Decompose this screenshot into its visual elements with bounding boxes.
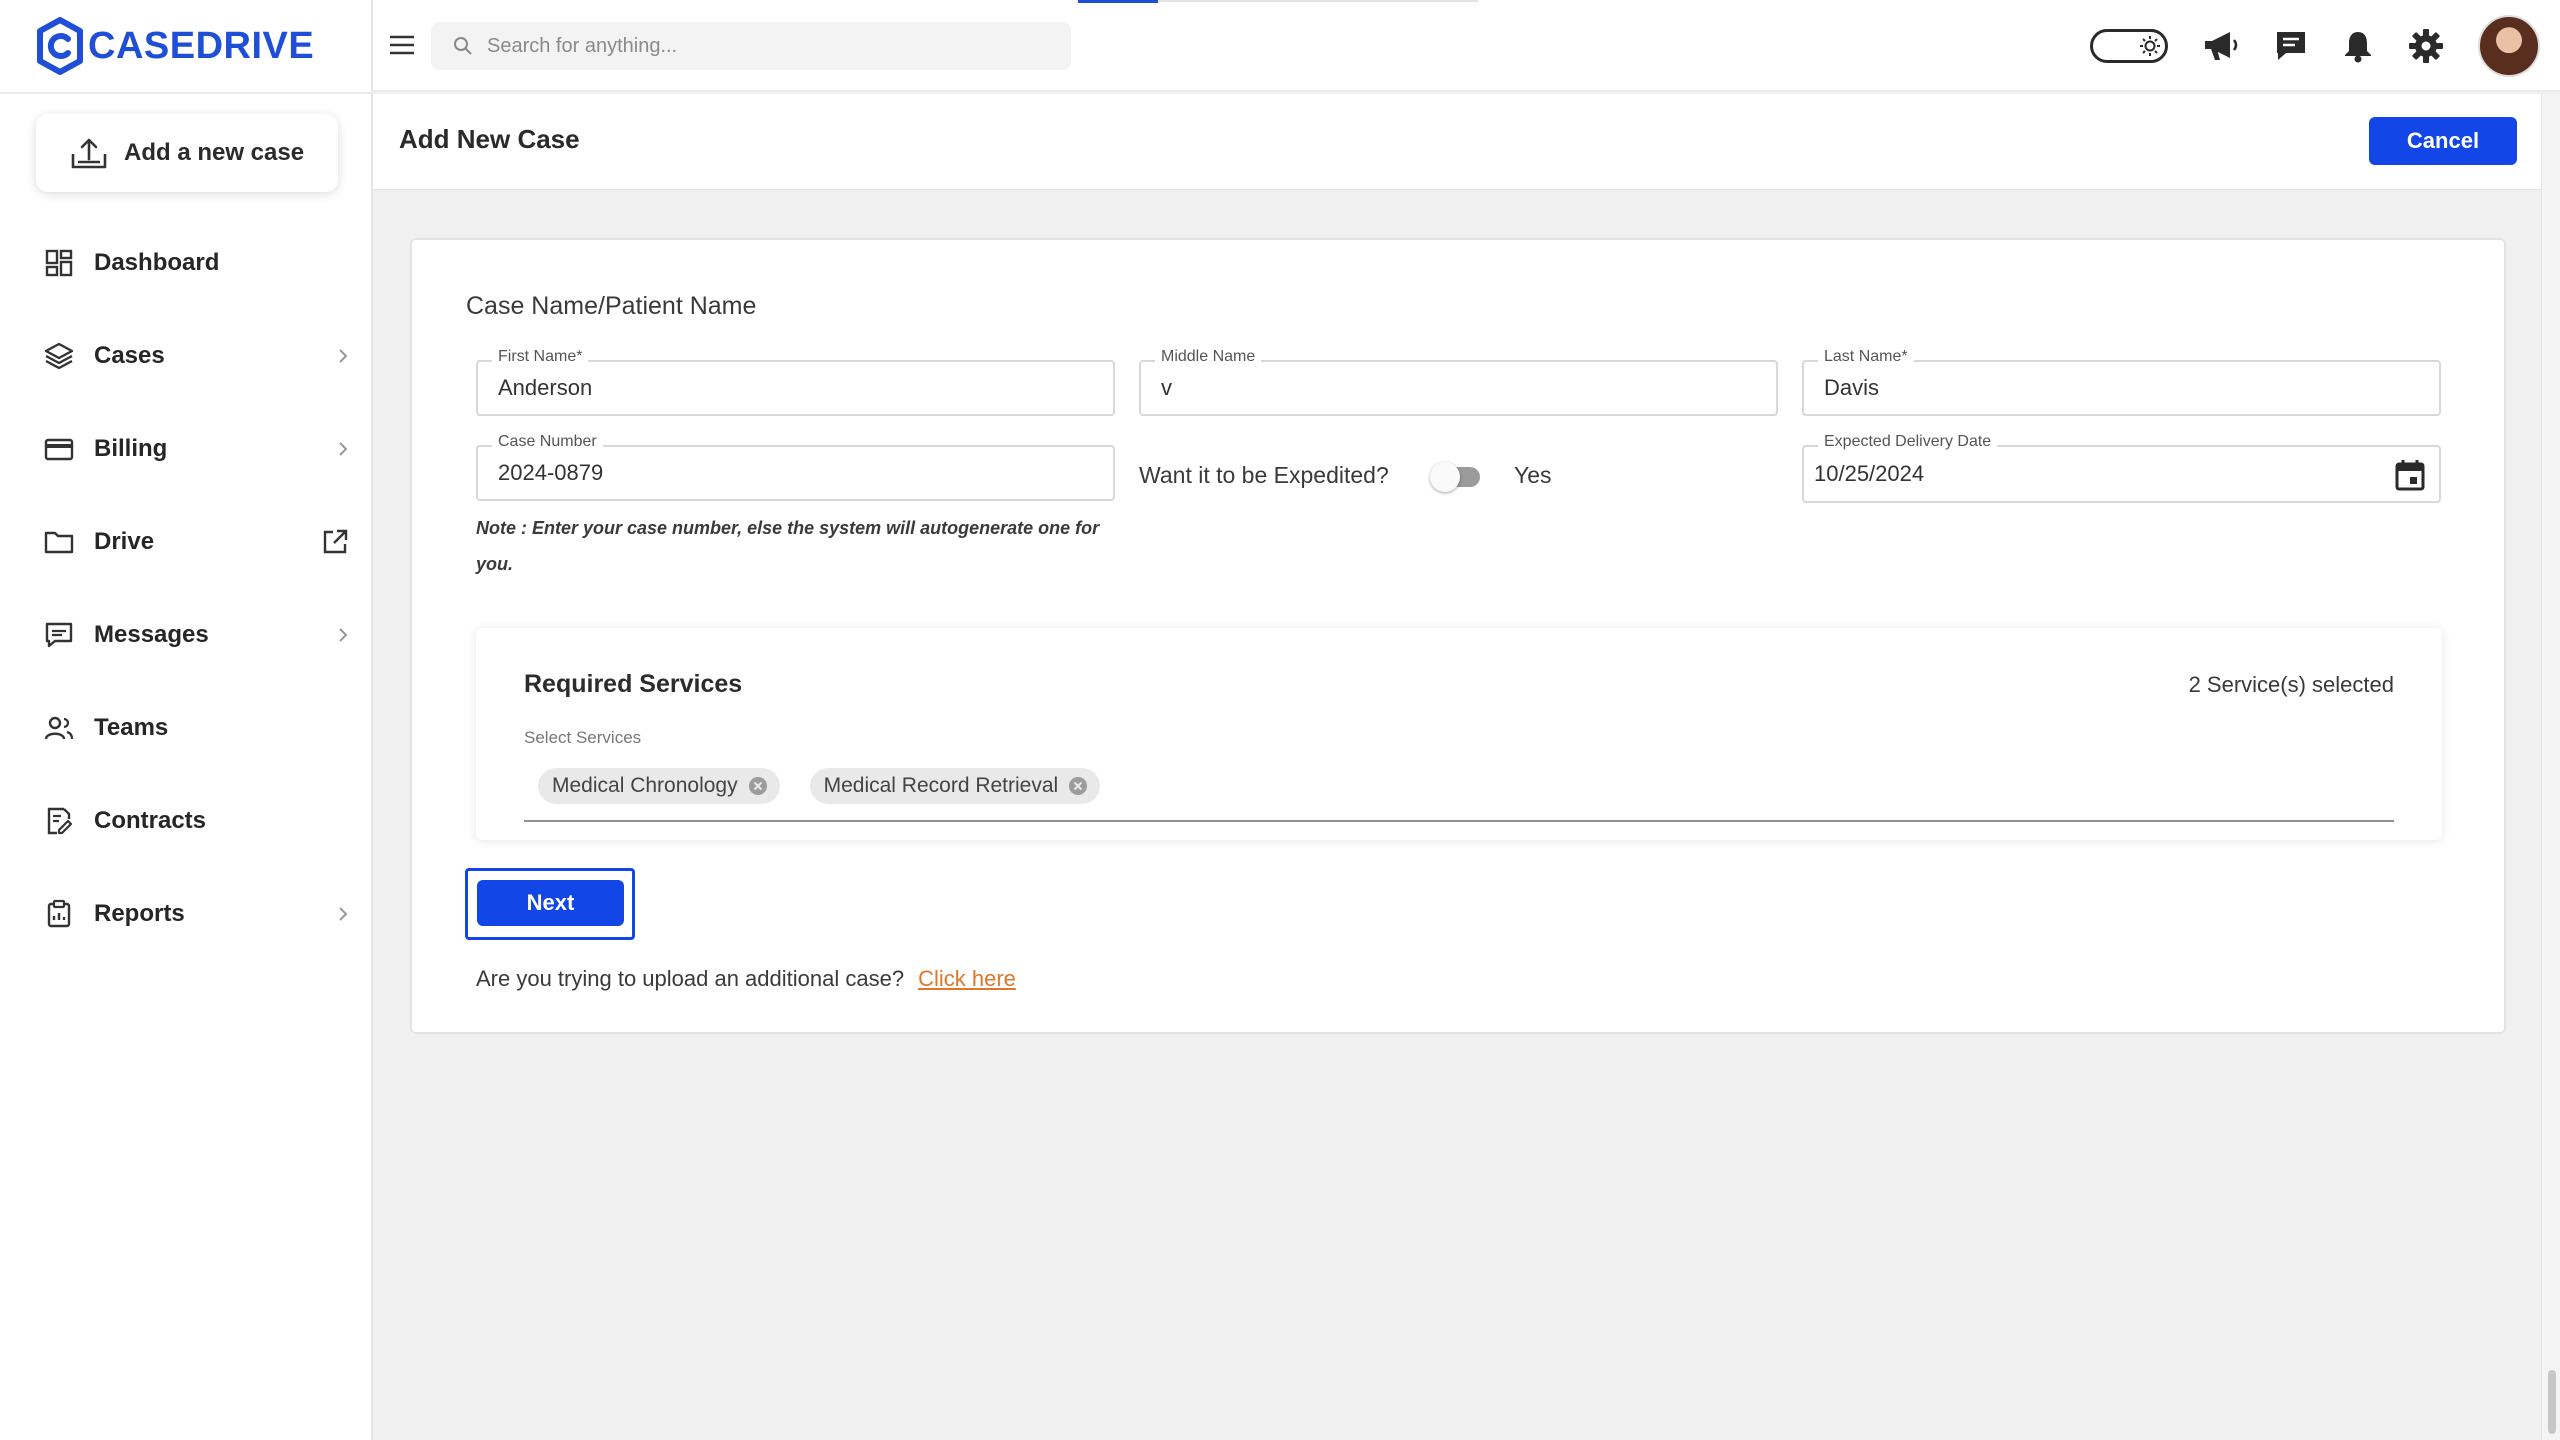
user-avatar[interactable] (2478, 15, 2540, 77)
middle-name-input[interactable] (1161, 362, 1716, 414)
sidebar-item-label: Messages (94, 620, 209, 648)
service-chip-label: Medical Chronology (552, 774, 738, 797)
sidebar-nav: Dashboard Cases Billing Drive Messages T… (0, 216, 373, 960)
required-services-panel: Required Services 2 Service(s) selected … (476, 628, 2442, 840)
delivery-date-field[interactable]: Expected Delivery Date (1802, 433, 2441, 503)
services-count: 2 Service(s) selected (2188, 672, 2394, 697)
message-icon (45, 622, 73, 647)
theme-toggle[interactable] (2090, 29, 2168, 63)
expedite-question: Want it to be Expedited? (1139, 462, 1389, 488)
sidebar-divider (0, 92, 373, 94)
service-chip: Medical Chronology (538, 768, 780, 804)
scrollbar[interactable] (2541, 94, 2560, 1440)
contract-icon (47, 807, 73, 834)
case-number-input[interactable] (498, 447, 1053, 499)
section-title: Case Name/Patient Name (466, 292, 757, 320)
sidebar-item-label: Reports (94, 899, 185, 927)
expedite-toggle[interactable] (1430, 460, 1486, 494)
gear-icon[interactable] (2408, 28, 2444, 64)
remove-chip-icon[interactable] (1068, 776, 1088, 796)
folder-icon (44, 531, 74, 553)
bell-icon[interactable] (2342, 29, 2374, 63)
sidebar-item-label: Cases (94, 341, 165, 369)
sidebar-item-teams[interactable]: Teams (0, 681, 373, 774)
expedite-yes-label: Yes (1514, 462, 1552, 488)
service-chip-label: Medical Record Retrieval (823, 774, 1059, 797)
sidebar-item-dashboard[interactable]: Dashboard (0, 216, 373, 309)
sidebar-item-cases[interactable]: Cases (0, 309, 373, 402)
sidebar-item-contracts[interactable]: Contracts (0, 774, 373, 867)
delivery-date-input[interactable] (1814, 447, 2369, 501)
click-here-link[interactable]: Click here (918, 966, 1016, 992)
case-number-note: Note : Enter your case number, else the … (476, 518, 1100, 574)
upload-icon (71, 138, 107, 169)
add-new-case-label: Add a new case (124, 139, 305, 166)
search-input[interactable] (487, 34, 1047, 58)
logo[interactable]: CASEDRIVE (36, 14, 314, 78)
page-header: Add New Case Cancel (373, 94, 2541, 190)
cancel-button[interactable]: Cancel (2369, 117, 2517, 165)
sidebar-item-label: Drive (94, 527, 155, 555)
add-new-case-button[interactable]: Add a new case (36, 114, 338, 192)
first-name-input[interactable] (498, 362, 1053, 414)
sun-icon (2140, 36, 2160, 56)
sidebar-item-label: Contracts (94, 806, 207, 834)
progress-indicator (1078, 0, 1158, 3)
services-title: Required Services (524, 670, 743, 698)
first-name-field[interactable]: First Name* (476, 348, 1115, 416)
chevron-right-icon (339, 906, 348, 921)
progress-track (1158, 0, 1478, 2)
credit-card-icon (44, 438, 74, 460)
chat-icon[interactable] (2274, 29, 2308, 63)
sidebar-item-label: Teams (94, 713, 169, 741)
sidebar-item-drive[interactable]: Drive (0, 495, 373, 588)
layers-icon (44, 342, 74, 369)
clipboard-icon (47, 899, 71, 927)
sidebar-item-label: Billing (94, 434, 168, 462)
service-chip: Medical Record Retrieval (809, 768, 1101, 804)
team-icon (44, 716, 74, 739)
megaphone-icon[interactable] (2202, 29, 2240, 63)
additional-case-prompt: Are you trying to upload an additional c… (476, 966, 1016, 992)
page-title: Add New Case (399, 124, 580, 154)
services-multiselect[interactable]: Medical Chronology Medical Record Retrie… (538, 768, 1101, 804)
additional-case-question: Are you trying to upload an additional c… (476, 966, 905, 991)
case-number-field[interactable]: Case Number (476, 433, 1115, 501)
chevron-right-icon (339, 348, 348, 363)
sidebar-item-reports[interactable]: Reports (0, 867, 373, 960)
top-bar (373, 0, 2560, 92)
chevron-right-icon (339, 627, 348, 642)
last-name-input[interactable] (1824, 362, 2379, 414)
add-case-form-card: Case Name/Patient Name First Name* Middl… (410, 238, 2506, 1034)
middle-name-field[interactable]: Middle Name (1139, 348, 1778, 416)
next-button-focus-ring: Next (465, 868, 635, 940)
services-select-label: Select Services (524, 728, 642, 747)
sidebar-item-label: Dashboard (94, 248, 220, 276)
chevron-right-icon (339, 441, 348, 456)
sidebar-item-billing[interactable]: Billing (0, 402, 373, 495)
calendar-icon[interactable] (2395, 459, 2425, 491)
remove-chip-icon[interactable] (748, 776, 768, 796)
dashboard-icon (45, 249, 73, 276)
casedrive-logo-icon (37, 17, 83, 75)
services-underline (524, 820, 2394, 822)
scrollbar-thumb[interactable] (2548, 1370, 2556, 1434)
sidebar: CASEDRIVE Add a new case Dashboard Cases… (0, 0, 373, 1440)
last-name-field[interactable]: Last Name* (1802, 348, 2441, 416)
logo-text: CASEDRIVE (88, 24, 315, 67)
search-bar[interactable] (431, 22, 1071, 70)
toggle-thumb (1430, 462, 1460, 492)
external-link-icon[interactable] (321, 528, 349, 556)
header-actions (2090, 14, 2540, 78)
sidebar-item-messages[interactable]: Messages (0, 588, 373, 681)
search-icon (454, 37, 472, 55)
menu-icon[interactable] (387, 30, 417, 60)
next-button[interactable]: Next (477, 880, 624, 926)
